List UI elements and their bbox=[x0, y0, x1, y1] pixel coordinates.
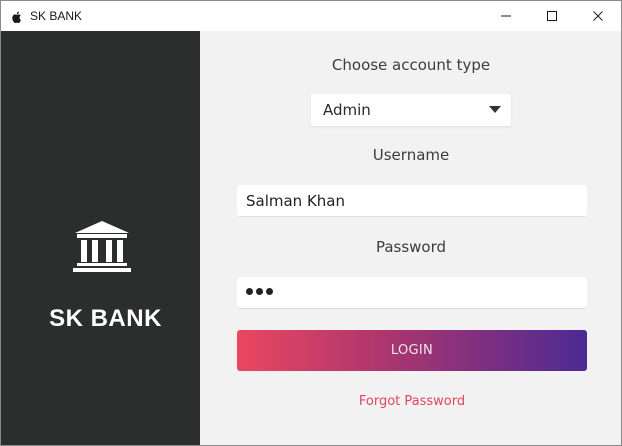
username-value: Salman Khan bbox=[246, 192, 346, 210]
window-title: SK BANK bbox=[30, 9, 83, 23]
password-dot bbox=[246, 288, 253, 295]
password-mask bbox=[246, 288, 273, 295]
username-label: Username bbox=[372, 146, 450, 164]
chevron-down-icon bbox=[489, 106, 501, 113]
username-input[interactable]: Salman Khan bbox=[237, 185, 587, 217]
login-window: SK BANK SK BANK Choose account type Admi… bbox=[0, 0, 622, 446]
password-dot bbox=[266, 288, 273, 295]
title-bar: SK BANK bbox=[1, 1, 621, 31]
account-type-label: Choose account type bbox=[331, 56, 491, 74]
bank-icon bbox=[73, 221, 131, 272]
login-button[interactable]: LOGIN bbox=[237, 330, 587, 371]
account-type-select[interactable]: Admin bbox=[311, 94, 511, 126]
password-dot bbox=[256, 288, 263, 295]
close-button[interactable] bbox=[575, 1, 621, 31]
password-input[interactable] bbox=[237, 277, 587, 309]
minimize-button[interactable] bbox=[483, 1, 529, 31]
window-controls bbox=[483, 1, 621, 31]
minimize-icon bbox=[501, 15, 511, 17]
maximize-button[interactable] bbox=[529, 1, 575, 31]
close-icon bbox=[593, 11, 603, 21]
brand-panel: SK BANK bbox=[1, 31, 200, 445]
maximize-icon bbox=[547, 11, 557, 21]
brand-title: SK BANK bbox=[49, 305, 162, 332]
account-type-value: Admin bbox=[323, 101, 371, 119]
forgot-password-link[interactable]: Forgot Password bbox=[237, 394, 587, 409]
password-label: Password bbox=[375, 238, 447, 256]
apple-icon bbox=[10, 9, 24, 23]
login-button-label: LOGIN bbox=[390, 343, 434, 358]
